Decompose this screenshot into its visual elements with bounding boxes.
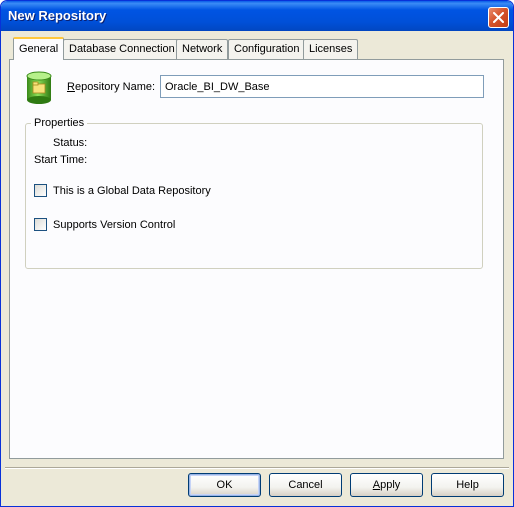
close-button[interactable] <box>488 7 509 28</box>
tab-database-connection[interactable]: Database Connection <box>63 39 181 59</box>
global-repository-checkbox-row[interactable]: This is a Global Data Repository <box>34 184 211 197</box>
tab-configuration[interactable]: Configuration <box>228 39 306 59</box>
ok-button-label: OK <box>216 479 233 491</box>
cancel-button-label: Cancel <box>288 479 323 491</box>
version-control-checkbox[interactable] <box>34 218 47 231</box>
version-control-label: Supports Version Control <box>53 218 176 231</box>
status-label: Status: <box>53 137 88 149</box>
repository-database-icon <box>26 71 52 104</box>
repository-name-label: Repository Name: <box>67 81 156 93</box>
global-repository-checkbox[interactable] <box>34 184 47 197</box>
tab-licenses[interactable]: Licenses <box>303 39 359 59</box>
tab-label: Network <box>182 43 223 55</box>
ok-button[interactable]: OK <box>188 473 261 497</box>
cancel-button[interactable]: Cancel <box>269 473 342 497</box>
button-separator <box>5 467 509 469</box>
window-title: New Repository <box>8 8 107 23</box>
tab-general[interactable]: General <box>13 37 65 60</box>
apply-button-label: Apply <box>372 479 401 491</box>
tab-label: Configuration <box>234 43 300 55</box>
global-repository-label: This is a Global Data Repository <box>53 184 211 197</box>
close-icon <box>493 12 504 23</box>
tab-network[interactable]: Network <box>176 39 229 59</box>
version-control-checkbox-row[interactable]: Supports Version Control <box>34 218 175 231</box>
tab-label: Licenses <box>309 43 353 55</box>
title-bar[interactable]: New Repository <box>1 1 513 31</box>
repository-name-input[interactable] <box>160 75 484 98</box>
apply-button[interactable]: Apply <box>350 473 423 497</box>
help-button[interactable]: Help <box>431 473 504 497</box>
help-button-label: Help <box>456 479 479 491</box>
properties-legend: Properties <box>31 117 88 129</box>
dialog-window: New Repository General Database Connecti… <box>0 0 514 507</box>
start-time-label: Start Time: <box>34 154 88 166</box>
tab-label: General <box>19 43 59 55</box>
tab-label: Database Connection <box>69 43 175 55</box>
